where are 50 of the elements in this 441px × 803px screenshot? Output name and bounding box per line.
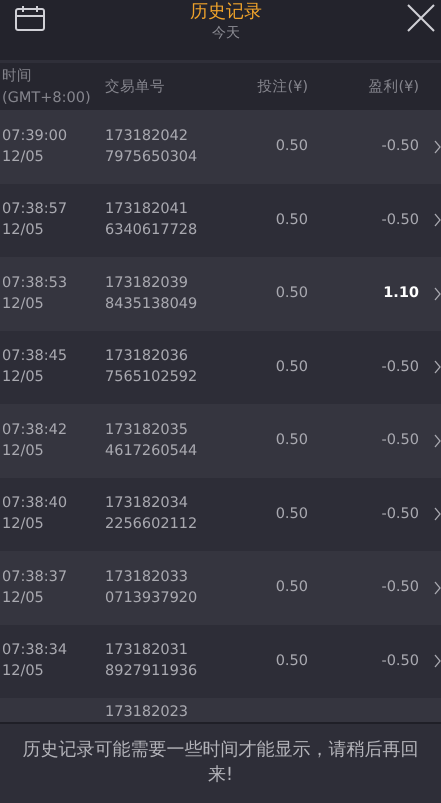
chevron-icon[interactable] xyxy=(434,507,441,522)
bet-amount: 0.50 xyxy=(274,210,308,230)
profit-amount: -0.50 xyxy=(380,504,419,524)
time-cell-text: 07:38:37 12/05 xyxy=(2,568,68,608)
order-number: 173182031 8927911936 xyxy=(105,641,198,682)
column-header: 盈利(¥) xyxy=(367,78,419,96)
time-cell-text: 07:38:42 12/05 xyxy=(2,420,68,461)
order-number: 173182042 7975650304 xyxy=(105,126,198,167)
chevron-icon[interactable] xyxy=(434,140,441,154)
bet-amount: 0.50 xyxy=(274,431,308,450)
column-header: 投注(¥) xyxy=(256,78,308,96)
bet-amount: 0.50 xyxy=(274,652,308,671)
date-filter[interactable]: 今天 xyxy=(212,23,240,43)
column-header: 时间 (GMT+8:00) xyxy=(2,66,92,108)
order-number: 173182039 8435138049 xyxy=(105,274,198,314)
order-number: 173182035 4617260544 xyxy=(105,420,198,461)
order-number: 173182023 xyxy=(105,703,190,722)
chevron-icon[interactable] xyxy=(434,286,441,301)
bet-amount: 0.50 xyxy=(274,578,308,598)
order-number: 173182034 2256602112 xyxy=(105,494,198,534)
close-icon[interactable] xyxy=(406,3,436,33)
time-cell-text: 07:38:57 12/05 xyxy=(2,200,68,240)
profit-amount: -0.50 xyxy=(380,137,419,156)
order-number: 173182033 0713937920 xyxy=(105,568,198,608)
order-number: 173182036 7565102592 xyxy=(105,347,198,388)
order-number: 173182041 6340617728 xyxy=(105,200,198,240)
profit-amount: -0.50 xyxy=(380,578,419,598)
time-cell-text: 07:38:53 12/05 xyxy=(2,274,68,314)
chevron-icon[interactable] xyxy=(434,580,441,595)
time-cell-text: 07:38:34 12/05 xyxy=(2,641,68,682)
page-title: 历史记录 xyxy=(190,1,262,23)
time-cell-text: 07:38:45 12/05 xyxy=(2,347,68,388)
bet-amount: 0.50 xyxy=(274,284,308,304)
column-header: 交易单号 xyxy=(105,78,166,96)
profit-amount: -0.50 xyxy=(380,358,419,377)
profit-amount: -0.50 xyxy=(380,652,419,671)
profit-amount: -0.50 xyxy=(380,431,419,450)
profit-amount: -0.50 xyxy=(380,210,419,230)
chevron-icon[interactable] xyxy=(434,213,441,228)
time-cell-text: 07:39:00 12/05 xyxy=(2,126,68,167)
bet-amount: 0.50 xyxy=(274,137,308,156)
chevron-icon[interactable] xyxy=(434,434,441,448)
bet-amount: 0.50 xyxy=(274,504,308,524)
chevron-icon[interactable] xyxy=(434,360,441,374)
profit-amount: 1.10 xyxy=(382,284,419,304)
calendar-icon[interactable] xyxy=(14,5,46,32)
bet-amount: 0.50 xyxy=(274,358,308,377)
notice-text: 历史记录可能需要一些时间才能显示，请稍后再回来! xyxy=(22,738,420,786)
time-cell-text: 07:38:40 12/05 xyxy=(2,494,68,534)
chevron-icon[interactable] xyxy=(434,654,441,668)
